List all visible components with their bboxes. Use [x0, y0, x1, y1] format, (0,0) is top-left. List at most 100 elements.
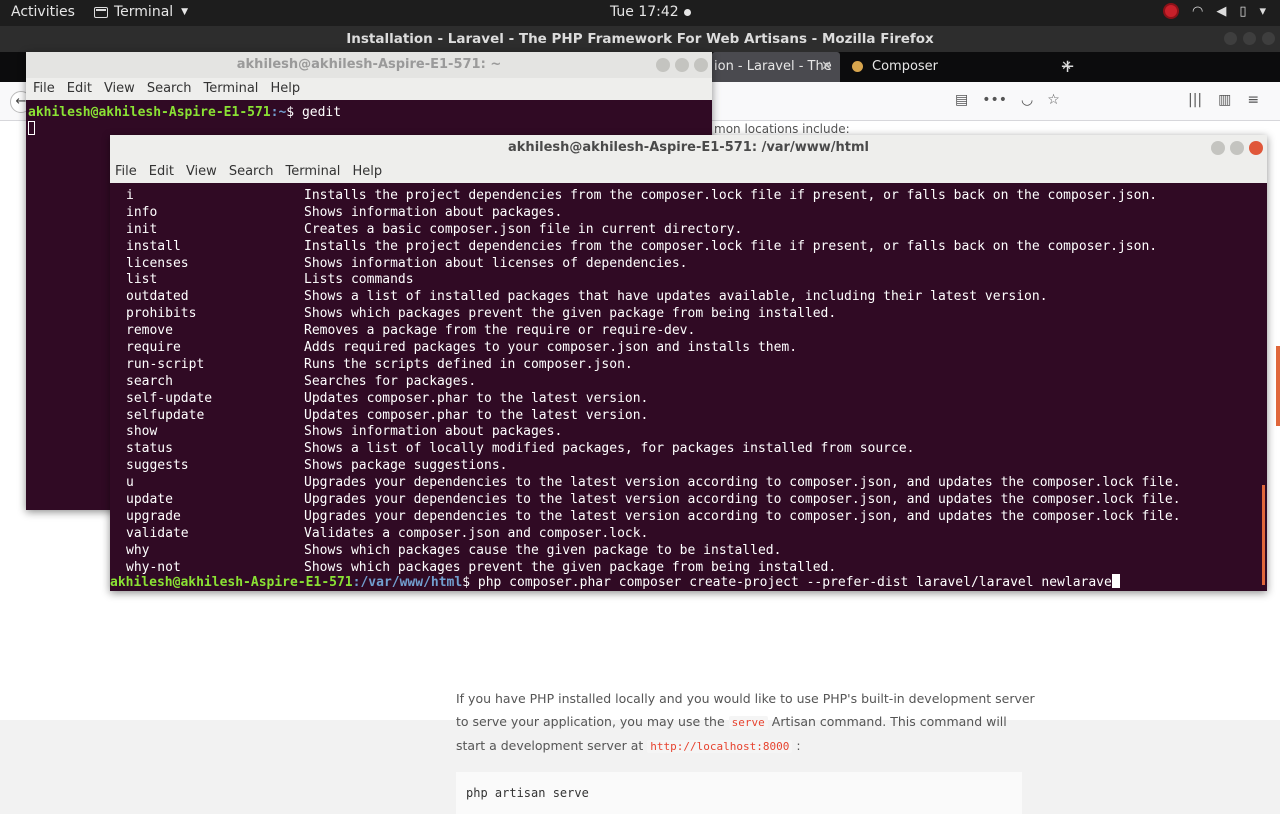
terminal-icon [94, 6, 108, 18]
command-description: Shows a list of locally modified package… [304, 441, 915, 457]
tab-composer[interactable]: Composer ✕ [842, 52, 1082, 82]
command-name: licenses [126, 255, 189, 271]
battery-icon[interactable]: ▯ [1239, 4, 1246, 19]
volume-icon[interactable]: ◀ [1216, 4, 1226, 19]
menu-file[interactable]: File [33, 78, 55, 100]
command-description: Adds required packages to your composer.… [304, 340, 798, 356]
terminal-window-var-www-html[interactable]: akhilesh@akhilesh-Aspire-E1-571: /var/ww… [110, 135, 1267, 591]
pocket-icon[interactable]: ◡ [1021, 92, 1033, 108]
command-name: suggests [126, 458, 189, 474]
menu-view[interactable]: View [104, 78, 135, 100]
page-actions-icon[interactable]: ••• [982, 92, 1007, 108]
url-bar-actions: ▤ ••• ◡ ☆ [955, 92, 1060, 108]
command-description: Upgrades your dependencies to the latest… [304, 508, 1181, 524]
maximize-icon[interactable] [1243, 32, 1256, 45]
command-name: update [126, 492, 173, 508]
localhost-link[interactable]: http://localhost:8000 [647, 740, 793, 753]
command-name: info [126, 204, 158, 220]
command-description: Shows information about packages. [304, 424, 563, 440]
library-icon[interactable]: ||| [1188, 92, 1202, 108]
command-row: outdated Shows a list of installed packag… [110, 289, 1267, 306]
command-row: require Adds required packages to your co… [110, 340, 1267, 357]
command-description: Shows which packages prevent the given p… [304, 306, 837, 322]
command-row: update Upgrades your dependencies to the … [110, 492, 1267, 509]
menu-help[interactable]: Help [270, 78, 300, 100]
wifi-icon[interactable]: ◠ [1192, 4, 1203, 19]
command-row: selfupdate Updates composer.phar to the l… [110, 408, 1267, 425]
menu-edit[interactable]: Edit [67, 78, 92, 100]
command-name: i [126, 188, 134, 203]
command-description: Shows package suggestions. [304, 458, 508, 474]
command-description: Lists commands [304, 272, 414, 288]
command-name: self-update [126, 390, 213, 406]
command-description: Removes a package from the require or re… [304, 323, 696, 339]
terminal-menu-bar: File Edit View Search Terminal Help [26, 78, 712, 100]
command-row: remove Removes a package from the require… [110, 323, 1267, 340]
reader-view-icon[interactable]: ▤ [955, 92, 968, 108]
prompt-suffix: $ [286, 105, 302, 120]
command-row: u Upgrades your dependencies to the lates… [110, 475, 1267, 492]
typed-command: gedit [301, 105, 342, 120]
clock[interactable]: Tue 17:42 [610, 4, 691, 20]
minimize-icon[interactable] [1224, 32, 1237, 45]
command-name: init [126, 221, 158, 237]
page-scrollbar[interactable] [1276, 346, 1280, 426]
menu-terminal[interactable]: Terminal [203, 78, 258, 100]
app-menu-label: Terminal [114, 4, 174, 20]
menu-view[interactable]: View [186, 161, 217, 183]
menu-search[interactable]: Search [229, 161, 274, 183]
maximize-icon[interactable] [1230, 141, 1244, 155]
terminal-title-bar[interactable]: akhilesh@akhilesh-Aspire-E1-571: ~ [26, 52, 712, 78]
minimize-icon[interactable] [656, 58, 670, 72]
bookmark-star-icon[interactable]: ☆ [1047, 92, 1060, 108]
tab-laravel-installation[interactable]: ion - Laravel - The ✕ [712, 52, 840, 82]
command-row: show Shows information about packages. [110, 424, 1267, 441]
command-row: init Creates a basic composer.json file i… [110, 222, 1267, 239]
prompt-user: akhilesh@akhilesh-Aspire-E1-571 [110, 575, 353, 590]
power-menu-icon[interactable]: ▾ [1259, 4, 1266, 19]
menu-file[interactable]: File [115, 161, 137, 183]
record-icon[interactable] [1162, 3, 1179, 19]
sidebar-icon[interactable]: ▥ [1218, 92, 1231, 108]
menu-search[interactable]: Search [147, 78, 192, 100]
command-name: selfupdate [126, 407, 205, 423]
command-name: show [126, 424, 158, 440]
command-description: Installs the project dependencies from t… [304, 238, 1158, 254]
command-description: Updates composer.phar to the latest vers… [304, 407, 649, 423]
close-icon[interactable] [1249, 141, 1263, 155]
terminal-scrollbar[interactable] [1262, 485, 1265, 585]
command-description: Runs the scripts defined in composer.jso… [304, 356, 633, 372]
command-row: list Lists commands [110, 272, 1267, 289]
hamburger-menu-icon[interactable]: ≡ [1247, 92, 1259, 108]
close-icon[interactable] [694, 58, 708, 72]
terminal-title: akhilesh@akhilesh-Aspire-E1-571: ~ [236, 57, 502, 72]
command-name: list [126, 272, 158, 288]
terminal-prompt-line[interactable]: akhilesh@akhilesh-Aspire-E1-571:/var/www… [110, 574, 1120, 591]
typed-command: php composer.phar composer create-projec… [477, 575, 1112, 590]
command-description: Upgrades your dependencies to the latest… [304, 492, 1181, 508]
menu-help[interactable]: Help [352, 161, 382, 183]
activities-button[interactable]: Activities [11, 4, 75, 20]
paragraph-text: : [796, 738, 801, 753]
command-name: status [126, 441, 173, 457]
command-description: Validates a composer.json and composer.l… [304, 525, 649, 541]
system-tray[interactable]: ◠ ◀ ▯ ▾ [1162, 3, 1266, 19]
minimize-icon[interactable] [1211, 141, 1225, 155]
command-name: validate [126, 525, 189, 541]
maximize-icon[interactable] [675, 58, 689, 72]
command-description: Shows information about licenses of depe… [304, 255, 688, 271]
new-tab-button[interactable]: + [1060, 52, 1080, 82]
app-menu-terminal[interactable]: Terminal ▼ [94, 4, 188, 20]
command-row: run-script Runs the scripts defined in co… [110, 357, 1267, 374]
terminal-output[interactable]: i Installs the project dependencies from … [110, 188, 1267, 591]
menu-terminal[interactable]: Terminal [285, 161, 340, 183]
terminal-title: akhilesh@akhilesh-Aspire-E1-571: /var/ww… [508, 140, 869, 155]
command-description: Searches for packages. [304, 373, 477, 389]
terminal-title-bar[interactable]: akhilesh@akhilesh-Aspire-E1-571: /var/ww… [110, 135, 1267, 161]
command-row: info Shows information about packages. [110, 205, 1267, 222]
command-description: Creates a basic composer.json file in cu… [304, 221, 743, 237]
close-tab-icon[interactable]: ✕ [821, 52, 832, 82]
terminal-output[interactable]: akhilesh@akhilesh-Aspire-E1-571:~$ gedit [28, 104, 714, 138]
close-icon[interactable] [1262, 32, 1275, 45]
menu-edit[interactable]: Edit [149, 161, 174, 183]
